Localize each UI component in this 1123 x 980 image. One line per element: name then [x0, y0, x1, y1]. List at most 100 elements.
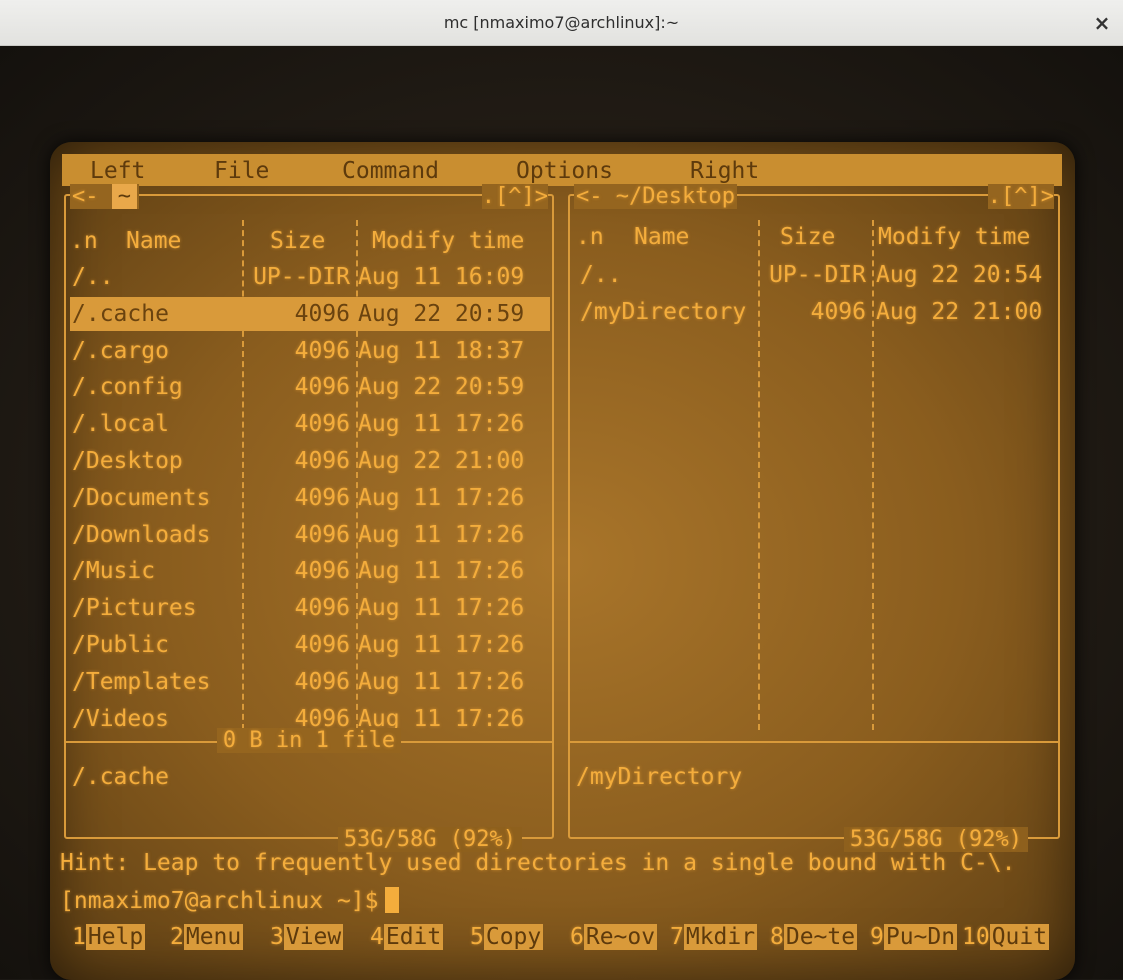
file-mtime: Aug 22 20:59 — [358, 374, 525, 401]
file-row[interactable]: /.config 4096 Aug 22 20:59 — [70, 370, 550, 404]
terminal-screen[interactable]: Left File Command Options Right <- ~ .[^… — [50, 142, 1075, 980]
column-name-header[interactable]: Name — [634, 220, 689, 254]
mini-status-name: /.cache — [72, 764, 169, 790]
fkey-edit-button[interactable]: 4Edit — [370, 920, 444, 954]
file-row[interactable]: /myDirectory 4096 Aug 22 21:00 — [574, 295, 1056, 329]
fkey-menu-button[interactable]: 2Menu — [170, 920, 244, 954]
right-panel-corner[interactable]: .[^]> — [987, 184, 1054, 209]
file-name: /.cargo — [72, 337, 169, 364]
left-header-row: .n Name Size Modify time — [70, 224, 550, 258]
file-size: UP--DIR — [769, 262, 866, 288]
file-mtime: Aug 11 18:37 — [358, 337, 525, 364]
right-panel[interactable]: <- ~/Desktop .[^]> .n Name Size Modify t… — [568, 184, 1060, 852]
column-size-header[interactable]: Size — [270, 224, 325, 258]
file-name: /Templates — [72, 668, 211, 695]
file-name: /.cache — [72, 300, 169, 327]
fkey-quit-button[interactable]: 10Quit — [962, 920, 1050, 954]
close-icon[interactable]: × — [1091, 12, 1113, 34]
file-name: /Desktop — [72, 448, 183, 474]
file-size: 4096 — [294, 632, 350, 658]
left-panel[interactable]: <- ~ .[^]> .n Name Size Modify time /.. U… — [64, 184, 554, 852]
fkey-help-button[interactable]: 1Help — [72, 920, 146, 954]
file-row[interactable]: /.. UP--DIR Aug 11 16:09 — [70, 260, 550, 294]
hint-line: Hint: Leap to frequently used directorie… — [60, 850, 1016, 876]
mini-status-info: 0 B in 1 file — [66, 728, 552, 753]
fkey-label: Mkdir — [683, 924, 758, 950]
file-row[interactable]: /Templates 4096 Aug 11 17:26 — [70, 665, 550, 699]
column-name-header[interactable]: Name — [126, 224, 181, 258]
file-mtime: Aug 11 17:26 — [358, 411, 525, 438]
disk-usage: 53G/58G (92%) — [337, 827, 522, 852]
selection-summary: 0 B in 1 file — [216, 728, 402, 753]
file-name: /Downloads — [72, 521, 211, 548]
left-panel-corner[interactable]: .[^]> — [481, 184, 548, 209]
menu-command[interactable]: Command — [342, 158, 439, 184]
file-name: /.local — [72, 411, 169, 438]
fkey-number: 10 — [962, 924, 990, 950]
file-mtime: Aug 11 17:26 — [358, 668, 525, 695]
menu-right[interactable]: Right — [690, 158, 759, 184]
file-row[interactable]: /Documents 4096 Aug 11 17:26 — [70, 481, 550, 515]
fkey-label: Re~ov — [583, 924, 658, 950]
sort-indicator[interactable]: .n — [70, 224, 98, 258]
file-size: 4096 — [294, 300, 350, 327]
file-name: /Pictures — [72, 595, 197, 622]
fkey-label: Copy — [483, 924, 544, 950]
file-row[interactable]: /Music 4096 Aug 11 17:26 — [70, 554, 550, 588]
file-mtime: Aug 22 20:54 — [876, 262, 1043, 288]
fkey-view-button[interactable]: 3View — [270, 920, 344, 954]
file-mtime: Aug 11 17:26 — [358, 632, 525, 658]
fkey-mkdir-button[interactable]: 7Mkdir — [670, 920, 758, 954]
menu-options[interactable]: Options — [516, 158, 613, 184]
menu-left[interactable]: Left — [90, 158, 145, 184]
file-size: 4096 — [294, 484, 350, 511]
fkey-number: 2 — [170, 924, 184, 950]
mini-status-divider — [570, 741, 1058, 743]
fkey-number: 9 — [870, 924, 884, 950]
file-row[interactable]: /Desktop 4096 Aug 22 21:00 — [70, 444, 550, 478]
fkey-label: Help — [85, 924, 146, 950]
file-size: 4096 — [294, 374, 350, 401]
fkey-label: De~te — [783, 924, 858, 950]
column-size-header[interactable]: Size — [780, 220, 835, 254]
file-size: 4096 — [294, 448, 350, 474]
fkey-dete-button[interactable]: 8De~te — [770, 920, 858, 954]
menu-file[interactable]: File — [214, 158, 269, 184]
file-name: /Music — [72, 558, 156, 585]
file-size: 4096 — [294, 558, 350, 585]
menu-bar: Left File Command Options Right — [62, 154, 1062, 186]
disk-usage: 53G/58G (92%) — [843, 827, 1028, 852]
shell-prompt[interactable]: [nmaximo7@archlinux ~]$ — [60, 887, 399, 914]
file-row[interactable]: /.cache 4096 Aug 22 20:59 — [70, 296, 550, 331]
file-size: 4096 — [294, 411, 350, 438]
column-mtime-header[interactable]: Modify time — [878, 220, 1030, 254]
fkey-copy-button[interactable]: 5Copy — [470, 920, 544, 954]
file-name: /.config — [72, 374, 183, 401]
file-size: 4096 — [294, 337, 350, 364]
file-row[interactable]: /.local 4096 Aug 11 17:26 — [70, 407, 550, 441]
file-mtime: Aug 11 17:26 — [358, 595, 525, 622]
fkey-label: Quit — [989, 924, 1050, 950]
right-panel-path[interactable]: <- ~/Desktop — [574, 184, 737, 209]
fkey-reov-button[interactable]: 6Re~ov — [570, 920, 658, 954]
fkey-pudn-button[interactable]: 9Pu~Dn — [870, 920, 958, 954]
left-panel-title[interactable]: <- ~ — [70, 184, 139, 209]
left-panel-path: ~ — [111, 184, 137, 209]
file-name: /Documents — [72, 484, 211, 511]
fkey-number: 6 — [570, 924, 584, 950]
file-size: 4096 — [810, 298, 866, 325]
file-row[interactable]: /.. UP--DIR Aug 22 20:54 — [574, 258, 1056, 292]
fkey-label: View — [283, 924, 344, 950]
file-row[interactable]: /Pictures 4096 Aug 11 17:26 — [70, 591, 550, 625]
mini-status-name: /myDirectory — [576, 764, 743, 790]
column-mtime-header[interactable]: Modify time — [372, 224, 524, 258]
file-mtime: Aug 22 21:00 — [876, 298, 1043, 325]
fkey-label: Pu~Dn — [883, 924, 958, 950]
file-size: 4096 — [294, 668, 350, 695]
file-size: 4096 — [294, 595, 350, 622]
file-row[interactable]: /.cargo 4096 Aug 11 18:37 — [70, 334, 550, 368]
window-titlebar: mc [nmaximo7@archlinux]:~ × — [0, 0, 1123, 46]
sort-indicator[interactable]: .n — [576, 220, 604, 254]
file-row[interactable]: /Downloads 4096 Aug 11 17:26 — [70, 518, 550, 552]
file-row[interactable]: /Public 4096 Aug 11 17:26 — [70, 628, 550, 662]
